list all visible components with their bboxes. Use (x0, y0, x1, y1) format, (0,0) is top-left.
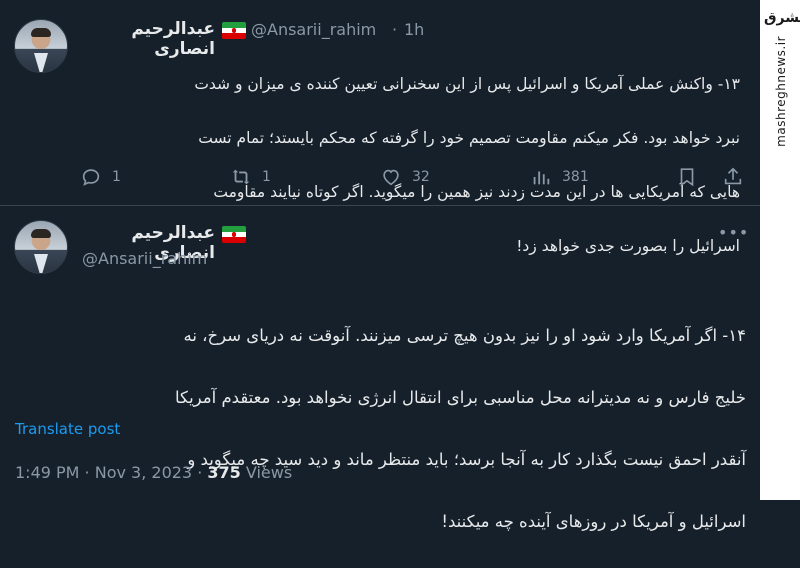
post-text-line: نبرد خواهد بود. فکر میکنم مقاومت تصمیم خ… (198, 129, 740, 147)
post-text: ۱۴- اگر آمریکا وارد شود او را نیز بدون ه… (14, 289, 746, 568)
avatar-hair (31, 229, 51, 238)
post-time[interactable]: 1h (404, 20, 424, 39)
time-separator: · (392, 20, 398, 39)
post-text-line: اسرائیل و آمریکا در روزهای آینده چه میکن… (441, 512, 746, 531)
watermark-logo: مشرق (764, 10, 800, 26)
share-button[interactable] (722, 166, 744, 188)
views-count: 375 (207, 463, 241, 482)
like-button[interactable]: 32 (380, 166, 430, 188)
author-handle[interactable]: @Ansarii_rahim (82, 249, 207, 268)
reply-icon (82, 169, 100, 186)
avatar[interactable] (14, 220, 68, 274)
tweet-thread-item-13[interactable]: عبدالرحیم انصاری @Ansarii_rahim · 1h ۱۳-… (0, 0, 760, 255)
repost-icon (232, 169, 250, 185)
reply-count: 1 (112, 169, 121, 185)
watermark-url: mashreghnews.ir (774, 36, 788, 147)
views-button[interactable]: 381 (530, 166, 589, 188)
post-actions: 1 1 32 381 (80, 166, 750, 192)
view-count: 381 (562, 169, 589, 185)
avatar-shirt (34, 53, 48, 72)
watermark-strip: مشرق mashreghnews.ir (760, 0, 800, 500)
avatar[interactable] (14, 19, 68, 73)
author-handle[interactable]: @Ansarii_rahim (251, 20, 376, 39)
translate-post-link[interactable]: Translate post (15, 420, 120, 438)
avatar-hair (31, 28, 51, 37)
avatar-shirt (34, 254, 48, 273)
tweet-thread-item-14[interactable]: عبدالرحیم انصاری @Ansarii_rahim ••• ۱۴- … (0, 205, 760, 531)
post-text-line: ۱۳- واکنش عملی آمریکا و اسرائیل پس از ای… (194, 75, 740, 93)
like-count: 32 (412, 169, 430, 185)
bookmark-icon (680, 168, 694, 187)
post-text-line: خلیج فارس و نه مدیترانه محل مناسبی برای … (174, 388, 746, 407)
more-options-icon[interactable]: ••• (718, 223, 749, 242)
post-timestamp-views: 1:49 PM · Nov 3, 2023 · 375 Views (15, 463, 292, 482)
post-timestamp[interactable]: 1:49 PM · Nov 3, 2023 · (15, 463, 207, 482)
heart-icon (383, 169, 399, 186)
repost-count: 1 (262, 169, 271, 185)
bookmark-button[interactable] (676, 166, 698, 188)
post-text-line: ۱۴- اگر آمریکا وارد شود او را نیز بدون ه… (183, 326, 746, 345)
iran-flag-icon (222, 22, 246, 39)
share-icon (724, 167, 742, 185)
analytics-icon (533, 171, 550, 185)
views-label: Views (240, 463, 293, 482)
repost-button[interactable]: 1 (230, 166, 271, 188)
reply-button[interactable]: 1 (80, 166, 121, 188)
iran-flag-icon (222, 226, 246, 243)
